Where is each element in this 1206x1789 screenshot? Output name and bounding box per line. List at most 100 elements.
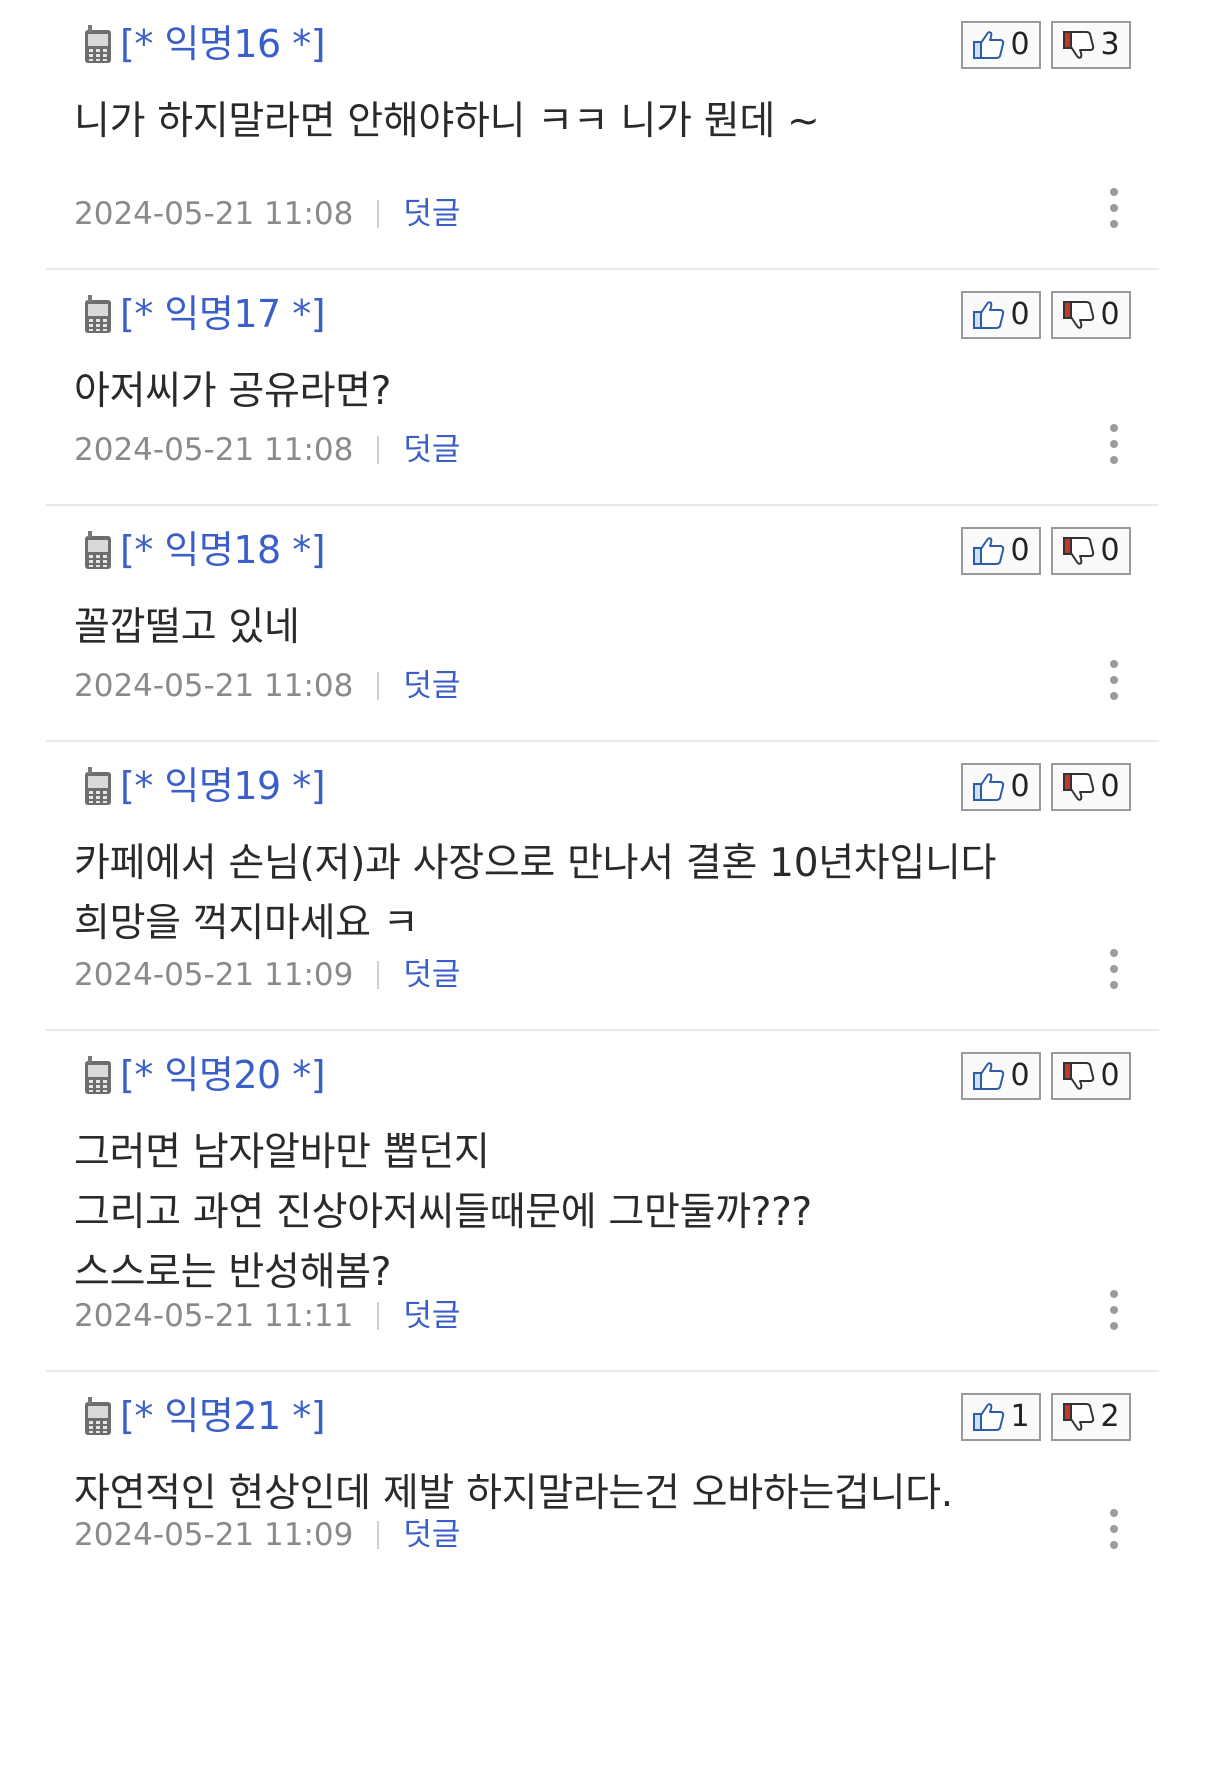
more-vertical-icon <box>1110 1509 1118 1517</box>
like-count: 0 <box>1010 1058 1030 1093</box>
thumbs-down-icon <box>1062 771 1096 803</box>
comment-text-line: 아저씨가 공유라면? <box>74 369 392 414</box>
author-name[interactable]: [* 익명18 *] <box>120 528 326 572</box>
like-button[interactable]: 0 <box>961 21 1041 69</box>
comment-text: 아저씨가 공유라면? <box>74 362 1039 422</box>
comment-text-line: 그러면 남자알바만 뽑던지 <box>74 1130 490 1175</box>
mobile-phone-icon <box>84 294 112 334</box>
comment-meta: 2024-05-21 11:08 덧글 <box>74 666 460 706</box>
thumbs-up-icon <box>972 771 1006 803</box>
vote-buttons: 0 3 <box>961 21 1131 69</box>
dislike-button[interactable]: 0 <box>1051 763 1131 811</box>
thumbs-up-icon <box>972 299 1006 331</box>
more-options-button[interactable] <box>1107 949 1121 989</box>
comment-item: [* 익명21 *] 1 2 자연적인 현상인데 제발 하지말라는건 오바하는겁… <box>46 1372 1159 1589</box>
author-name[interactable]: [* 익명19 *] <box>120 764 326 808</box>
more-vertical-icon <box>1110 188 1118 196</box>
like-count: 0 <box>1010 297 1030 332</box>
like-count: 0 <box>1010 533 1030 568</box>
comment-meta: 2024-05-21 11:09 덧글 <box>74 955 460 995</box>
more-vertical-icon <box>1110 660 1118 668</box>
meta-divider <box>377 200 380 228</box>
vote-buttons: 0 0 <box>961 763 1131 811</box>
author-name[interactable]: [* 익명21 *] <box>120 1394 326 1438</box>
dislike-count: 0 <box>1100 533 1120 568</box>
thumbs-down-icon <box>1062 1060 1096 1092</box>
thumbs-up-icon <box>972 29 1006 61</box>
comment-meta: 2024-05-21 11:11 덧글 <box>74 1296 460 1336</box>
like-count: 1 <box>1010 1399 1030 1434</box>
vote-buttons: 0 0 <box>961 291 1131 339</box>
comment-author: [* 익명21 *] <box>84 1394 326 1438</box>
thumbs-up-icon <box>972 1060 1006 1092</box>
author-name[interactable]: [* 익명17 *] <box>120 292 326 336</box>
mobile-phone-icon <box>84 24 112 64</box>
vote-buttons: 0 0 <box>961 527 1131 575</box>
meta-divider <box>377 961 380 989</box>
thumbs-up-icon <box>972 1401 1006 1433</box>
comment-text: 그러면 남자알바만 뽑던지 그리고 과연 진상아저씨들때문에 그만둘까??? 스스로… <box>74 1123 1039 1303</box>
author-name[interactable]: [* 익명16 *] <box>120 22 326 66</box>
more-vertical-icon <box>1110 949 1118 957</box>
comment-text-line: 스스로는 반성해봄? <box>74 1250 392 1295</box>
comment-author: [* 익명20 *] <box>84 1053 326 1097</box>
like-button[interactable]: 1 <box>961 1393 1041 1441</box>
meta-divider <box>377 1521 380 1549</box>
comment-timestamp: 2024-05-21 11:09 <box>74 1517 354 1553</box>
like-count: 0 <box>1010 769 1030 804</box>
more-vertical-icon <box>1110 424 1118 432</box>
comment-text: 꼴깝떨고 있네 <box>74 598 1039 658</box>
dislike-count: 0 <box>1100 769 1120 804</box>
comment-item: [* 익명20 *] 0 0 그러면 남자알바만 뽑던지 그리고 과연 진상아저씨… <box>46 1031 1159 1372</box>
dislike-button[interactable]: 0 <box>1051 527 1131 575</box>
reply-link[interactable]: 덧글 <box>403 1515 460 1555</box>
vote-buttons: 1 2 <box>961 1393 1131 1441</box>
mobile-phone-icon <box>84 1396 112 1436</box>
dislike-count: 3 <box>1100 27 1120 62</box>
comment-item: [* 익명18 *] 0 0 꼴깝떨고 있네 2024-05-21 11:08 … <box>46 506 1159 742</box>
more-options-button[interactable] <box>1107 1290 1121 1330</box>
comment-text-line: 꼴깝떨고 있네 <box>74 605 300 650</box>
comment-meta: 2024-05-21 11:08 덧글 <box>74 194 460 234</box>
comment-item: [* 익명19 *] 0 0 카페에서 손님(저)과 사장으로 만나서 결혼 1… <box>46 742 1159 1031</box>
like-button[interactable]: 0 <box>961 763 1041 811</box>
thumbs-down-icon <box>1062 535 1096 567</box>
mobile-phone-icon <box>84 1055 112 1095</box>
reply-link[interactable]: 덧글 <box>403 666 460 706</box>
dislike-count: 2 <box>1100 1399 1120 1434</box>
reply-link[interactable]: 덧글 <box>403 430 460 470</box>
more-options-button[interactable] <box>1107 660 1121 700</box>
comment-list: [* 익명16 *] 0 3 니가 하지말라면 안해야하니 ㅋㅋ 니가 뭔데 ~… <box>0 0 1206 1589</box>
more-options-button[interactable] <box>1107 424 1121 464</box>
comment-text: 카페에서 손님(저)과 사장으로 만나서 결혼 10년차입니다 희망을 꺽지마세요… <box>74 834 1039 954</box>
comment-author: [* 익명18 *] <box>84 528 326 572</box>
like-button[interactable]: 0 <box>961 527 1041 575</box>
dislike-button[interactable]: 2 <box>1051 1393 1131 1441</box>
comment-author: [* 익명19 *] <box>84 764 326 808</box>
dislike-count: 0 <box>1100 1058 1120 1093</box>
reply-link[interactable]: 덧글 <box>403 194 460 234</box>
more-options-button[interactable] <box>1107 1509 1121 1549</box>
dislike-count: 0 <box>1100 297 1120 332</box>
reply-link[interactable]: 덧글 <box>403 955 460 995</box>
comment-meta: 2024-05-21 11:09 덧글 <box>74 1515 460 1555</box>
thumbs-down-icon <box>1062 1401 1096 1433</box>
meta-divider <box>377 436 380 464</box>
like-button[interactable]: 0 <box>961 291 1041 339</box>
comment-author: [* 익명16 *] <box>84 22 326 66</box>
meta-divider <box>377 1302 380 1330</box>
comment-timestamp: 2024-05-21 11:11 <box>74 1298 354 1334</box>
more-options-button[interactable] <box>1107 188 1121 228</box>
dislike-button[interactable]: 0 <box>1051 291 1131 339</box>
comment-timestamp: 2024-05-21 11:08 <box>74 196 354 232</box>
comment-text-line: 카페에서 손님(저)과 사장으로 만나서 결혼 10년차입니다 <box>74 841 997 886</box>
reply-link[interactable]: 덧글 <box>403 1296 460 1336</box>
like-button[interactable]: 0 <box>961 1052 1041 1100</box>
thumbs-down-icon <box>1062 29 1096 61</box>
dislike-button[interactable]: 3 <box>1051 21 1131 69</box>
comment-text: 니가 하지말라면 안해야하니 ㅋㅋ 니가 뭔데 ~ <box>74 92 1039 152</box>
author-name[interactable]: [* 익명20 *] <box>120 1053 326 1097</box>
comment-author: [* 익명17 *] <box>84 292 326 336</box>
dislike-button[interactable]: 0 <box>1051 1052 1131 1100</box>
mobile-phone-icon <box>84 766 112 806</box>
